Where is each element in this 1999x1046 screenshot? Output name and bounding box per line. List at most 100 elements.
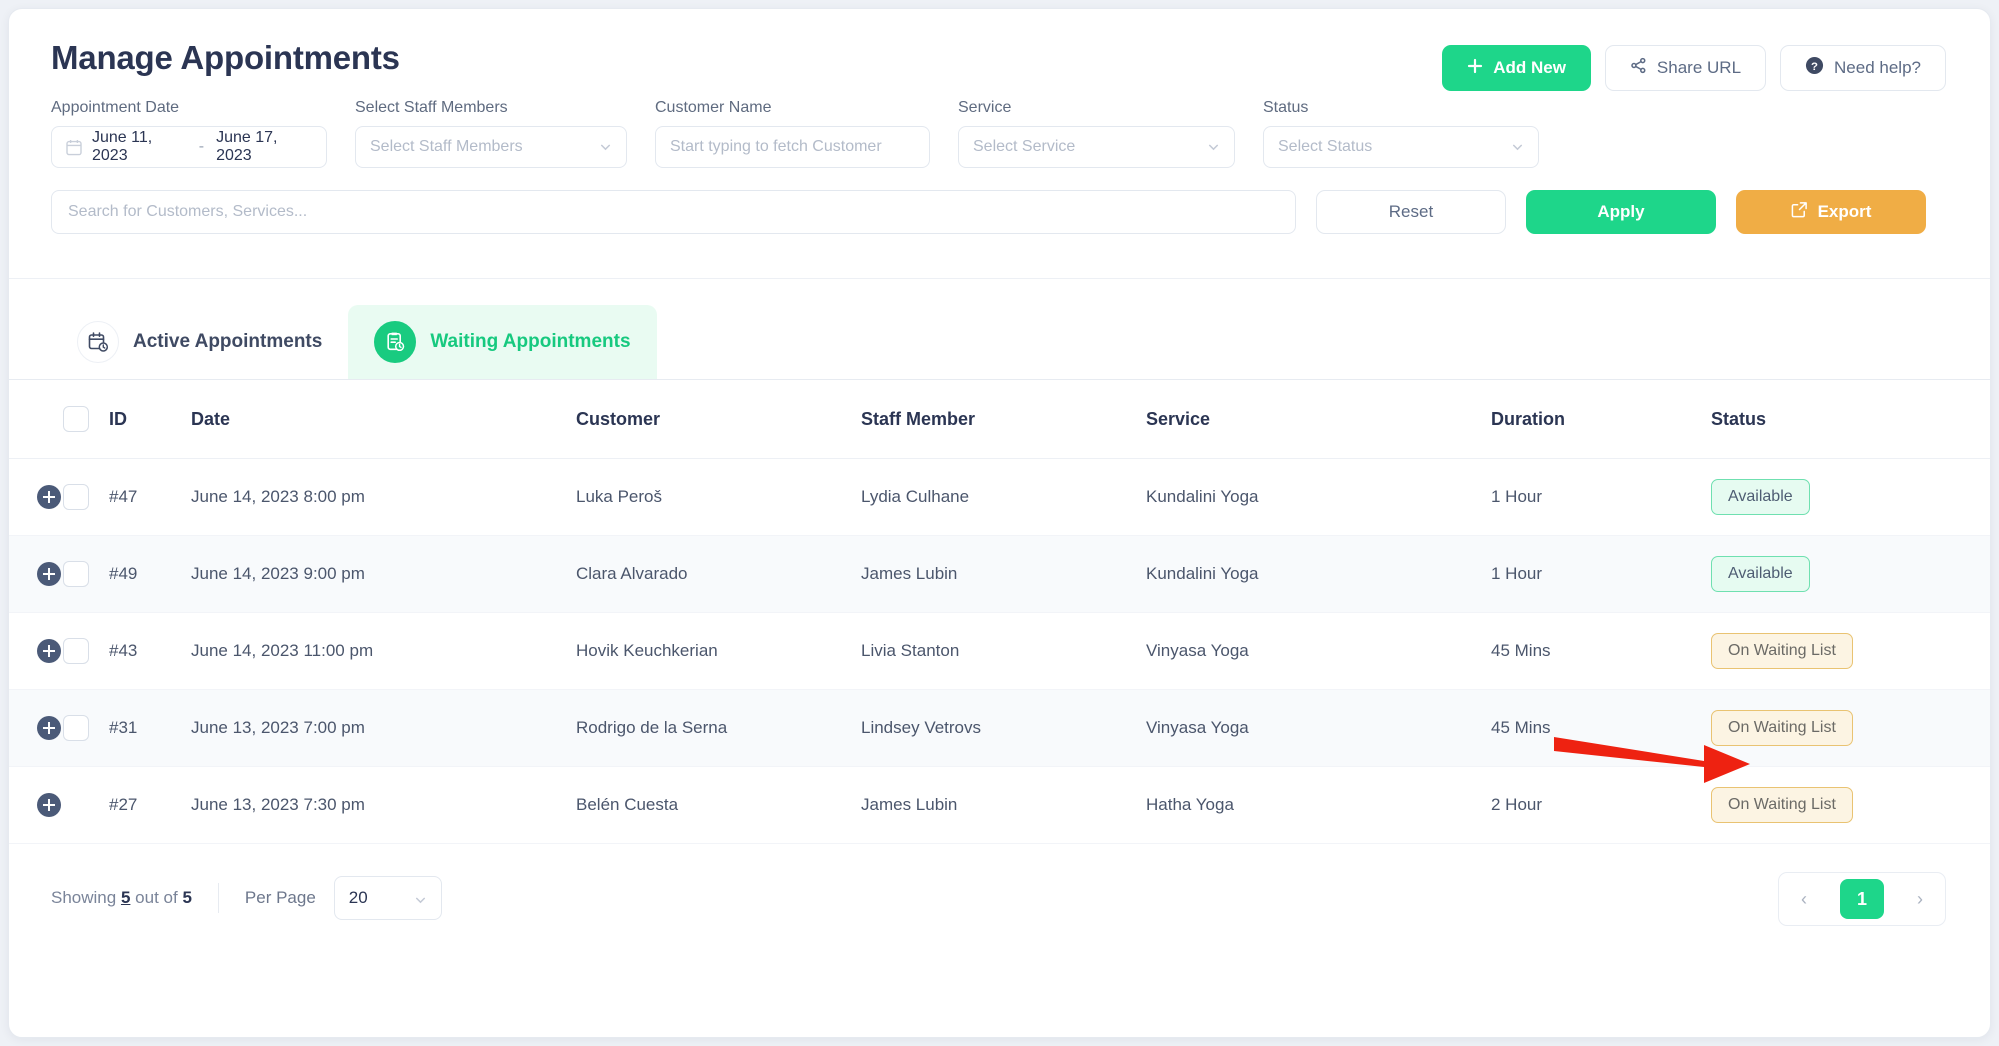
row-checkbox[interactable] bbox=[63, 561, 89, 587]
header-id[interactable]: ID bbox=[109, 380, 191, 459]
question-circle-icon: ? bbox=[1805, 56, 1824, 80]
customer-name-input[interactable]: Start typing to fetch Customer bbox=[655, 126, 930, 168]
header-date[interactable]: Date bbox=[191, 380, 576, 459]
status-select[interactable]: Select Status bbox=[1263, 126, 1539, 168]
search-placeholder: Search for Customers, Services... bbox=[68, 203, 308, 220]
add-new-button[interactable]: Add New bbox=[1442, 45, 1591, 91]
pagination: ‹ 1 › bbox=[1778, 872, 1946, 926]
row-id: #43 bbox=[109, 612, 191, 690]
apply-button[interactable]: Apply bbox=[1526, 190, 1716, 234]
status-badge[interactable]: On Waiting List bbox=[1711, 787, 1853, 823]
expand-row-icon[interactable] bbox=[37, 793, 61, 817]
expand-row-icon[interactable] bbox=[37, 639, 61, 663]
share-url-button[interactable]: Share URL bbox=[1604, 45, 1767, 91]
row-status-cell: Available bbox=[1711, 458, 1990, 536]
external-link-icon bbox=[1791, 201, 1808, 223]
need-help-label: Need help? bbox=[1834, 58, 1921, 77]
header-actions: Add New Share URL ? Need help? bbox=[1442, 45, 1946, 91]
row-select-cell[interactable] bbox=[63, 766, 109, 844]
staff-members-select[interactable]: Select Staff Members bbox=[355, 126, 627, 168]
reset-button[interactable]: Reset bbox=[1316, 190, 1506, 234]
table-row[interactable]: #27 June 13, 2023 7:30 pm Belén Cuesta Jame… bbox=[9, 766, 1990, 844]
share-icon bbox=[1630, 57, 1647, 79]
expand-row-icon[interactable] bbox=[37, 562, 61, 586]
row-service: Hatha Yoga bbox=[1146, 766, 1491, 844]
pagination-next[interactable]: › bbox=[1905, 884, 1935, 914]
row-status-cell: Available bbox=[1711, 535, 1990, 613]
row-staff: Lydia Culhane bbox=[861, 458, 1146, 536]
status-badge[interactable]: On Waiting List bbox=[1711, 633, 1853, 669]
export-button[interactable]: Export bbox=[1736, 190, 1926, 234]
calendar-clock-icon bbox=[77, 321, 119, 363]
row-duration: 2 Hour bbox=[1491, 766, 1711, 844]
row-checkbox[interactable] bbox=[63, 484, 89, 510]
staff-members-placeholder: Select Staff Members bbox=[370, 138, 523, 155]
row-duration: 45 Mins bbox=[1491, 689, 1711, 767]
chevron-down-icon bbox=[1511, 141, 1524, 154]
row-checkbox[interactable] bbox=[63, 715, 89, 741]
tab-active-appointments-label: Active Appointments bbox=[133, 331, 323, 352]
row-expand-cell[interactable] bbox=[9, 689, 63, 767]
chevron-down-icon bbox=[599, 141, 612, 154]
expand-row-icon[interactable] bbox=[37, 485, 61, 509]
table-row[interactable]: #49 June 14, 2023 9:00 pm Clara Alvarado Ja… bbox=[9, 535, 1990, 613]
header-duration[interactable]: Duration bbox=[1491, 380, 1711, 459]
table-row[interactable]: #43 June 14, 2023 11:00 pm Hovik Keuchkeri… bbox=[9, 612, 1990, 690]
row-customer: Clara Alvarado bbox=[576, 535, 861, 613]
row-duration: 1 Hour bbox=[1491, 458, 1711, 536]
customer-name-label: Customer Name bbox=[655, 99, 772, 116]
export-label: Export bbox=[1817, 202, 1872, 221]
table-row[interactable]: #47 June 14, 2023 8:00 pm Luka Peroš Lydia … bbox=[9, 458, 1990, 536]
row-id: #47 bbox=[109, 458, 191, 536]
filter-customer-name: Customer Name Start typing to fetch Cust… bbox=[655, 99, 930, 168]
table-head: ID Date Customer Staff Member Service Du… bbox=[9, 380, 1990, 459]
status-badge[interactable]: Available bbox=[1711, 479, 1810, 515]
table-row[interactable]: #31 June 13, 2023 7:00 pm Rodrigo de la Se… bbox=[9, 689, 1990, 767]
header-status[interactable]: Status bbox=[1711, 380, 1990, 459]
status-badge[interactable]: Available bbox=[1711, 556, 1810, 592]
row-select-cell[interactable] bbox=[63, 535, 109, 613]
need-help-button[interactable]: ? Need help? bbox=[1780, 45, 1946, 91]
row-expand-cell[interactable] bbox=[9, 612, 63, 690]
header-customer[interactable]: Customer bbox=[576, 380, 861, 459]
row-expand-cell[interactable] bbox=[9, 535, 63, 613]
staff-members-label: Select Staff Members bbox=[355, 99, 508, 116]
header-staff[interactable]: Staff Member bbox=[861, 380, 1146, 459]
row-service: Vinyasa Yoga bbox=[1146, 612, 1491, 690]
search-input[interactable]: Search for Customers, Services... bbox=[51, 190, 1296, 234]
per-page-select[interactable]: 20 bbox=[333, 876, 442, 920]
service-select[interactable]: Select Service bbox=[958, 126, 1235, 168]
row-select-cell[interactable] bbox=[63, 689, 109, 767]
appointments-table: ID Date Customer Staff Member Service Du… bbox=[9, 380, 1990, 844]
tab-bar: Active Appointments Waiting Appointments bbox=[9, 279, 1990, 379]
appointment-date-input[interactable]: June 11, 2023 - June 17, 2023 bbox=[51, 126, 327, 168]
header-service[interactable]: Service bbox=[1146, 380, 1491, 459]
row-checkbox[interactable] bbox=[63, 638, 89, 664]
status-label: Status bbox=[1263, 99, 1309, 116]
appointment-date-label: Appointment Date bbox=[51, 99, 180, 116]
app-card: Manage Appointments Add New Share URL ? … bbox=[8, 8, 1991, 1038]
row-customer: Hovik Keuchkerian bbox=[576, 612, 861, 690]
tab-active-appointments[interactable]: Active Appointments bbox=[51, 305, 348, 379]
select-all-checkbox[interactable] bbox=[63, 406, 89, 432]
filter-appointment-date: Appointment Date June 11, 2023 - June 17… bbox=[51, 99, 327, 168]
row-expand-cell[interactable] bbox=[9, 458, 63, 536]
appointment-date-end: June 17, 2023 bbox=[216, 129, 278, 164]
share-url-label: Share URL bbox=[1656, 58, 1742, 77]
row-select-cell[interactable] bbox=[63, 612, 109, 690]
pagination-prev[interactable]: ‹ bbox=[1789, 884, 1819, 914]
row-expand-cell[interactable] bbox=[9, 766, 63, 844]
per-page-value: 20 bbox=[348, 888, 368, 907]
table-header-row: ID Date Customer Staff Member Service Du… bbox=[9, 380, 1990, 459]
table-footer: Showing 5 out of 5 Per Page 20 ‹ 1 › bbox=[9, 844, 1990, 952]
row-service: Vinyasa Yoga bbox=[1146, 689, 1491, 767]
status-badge[interactable]: On Waiting List bbox=[1711, 710, 1853, 746]
tab-waiting-appointments[interactable]: Waiting Appointments bbox=[348, 305, 657, 379]
row-id: #31 bbox=[109, 689, 191, 767]
row-select-cell[interactable] bbox=[63, 458, 109, 536]
row-id: #49 bbox=[109, 535, 191, 613]
calendar-icon bbox=[66, 139, 82, 156]
expand-row-icon[interactable] bbox=[37, 716, 61, 740]
pagination-page-1[interactable]: 1 bbox=[1840, 879, 1884, 919]
row-staff: Lindsey Vetrovs bbox=[861, 689, 1146, 767]
